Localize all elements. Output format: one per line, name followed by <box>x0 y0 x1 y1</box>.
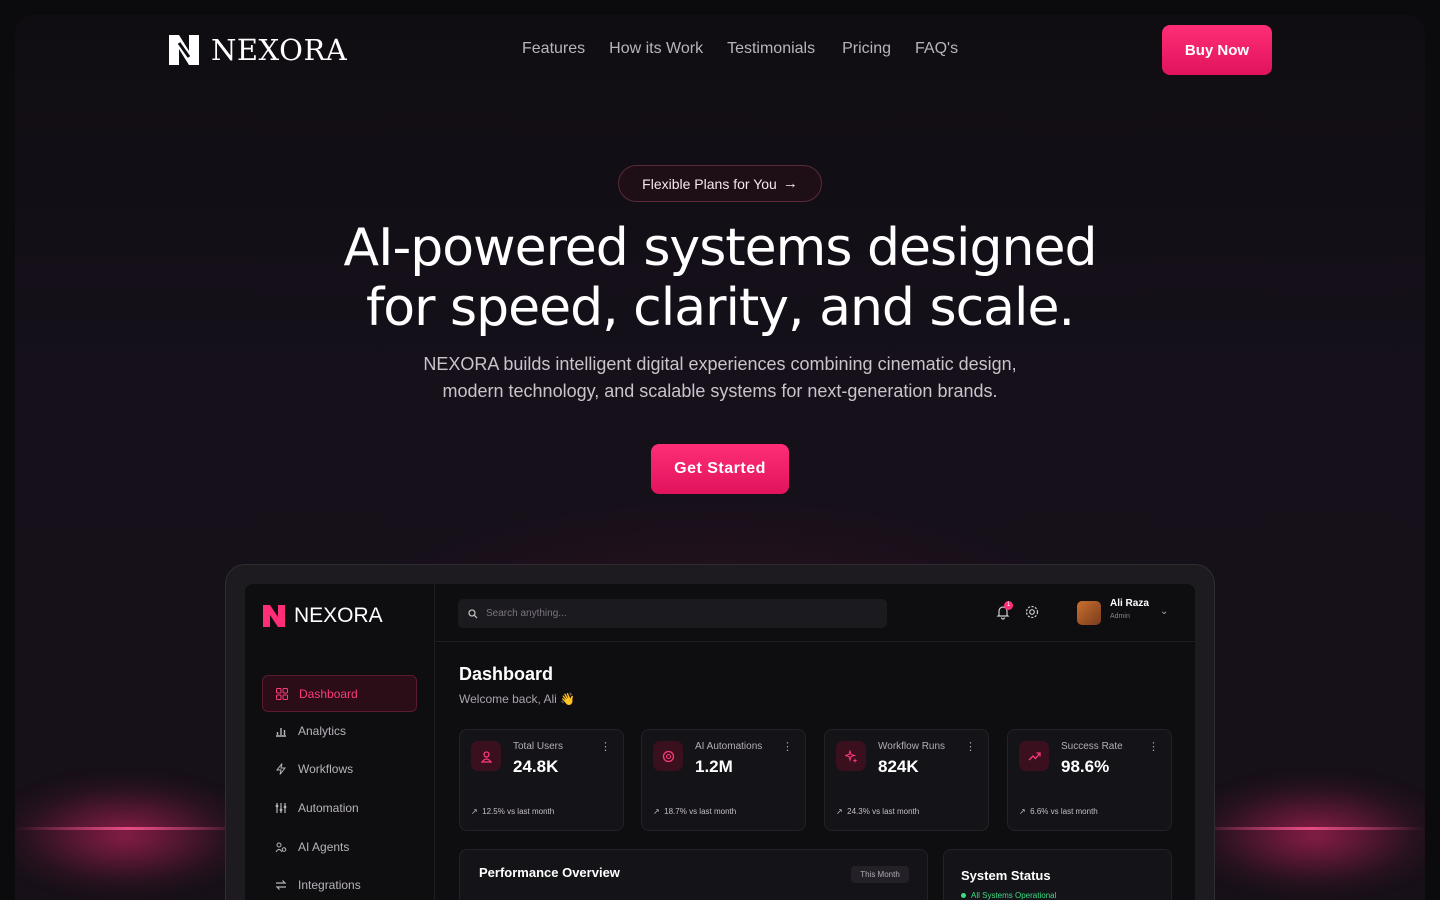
pill-label: Flexible Plans for You <box>642 175 777 192</box>
card-value: 1.2M <box>695 757 733 776</box>
nav-link-how-it-works[interactable]: How its Work <box>609 40 703 58</box>
sparkle-icon <box>836 741 866 771</box>
ambient-glow-right <box>1185 775 1425 895</box>
status-badge: All Systems Operational <box>961 891 1056 900</box>
range-select[interactable]: This Month <box>851 866 909 883</box>
buy-now-button[interactable]: Buy Now <box>1162 25 1272 75</box>
nav-link-features[interactable]: Features <box>522 40 585 58</box>
dashboard-logo[interactable]: NEXORA <box>262 604 383 628</box>
card-label: Total Users <box>513 741 564 752</box>
card-label: AI Automations <box>695 741 763 752</box>
sidebar-item-ai-agents[interactable]: AI Agents <box>262 828 417 865</box>
search-icon <box>468 608 478 618</box>
gear-icon[interactable] <box>1024 604 1040 620</box>
chevron-down-icon[interactable]: ⌄ <box>1160 606 1168 617</box>
system-status-panel: System Status All Systems Operational <box>943 849 1172 900</box>
nav-menu: Features How its Work Testimonials Prici… <box>510 40 982 58</box>
nav-link-testimonials[interactable]: Testimonials <box>727 40 815 58</box>
subtitle-line-1: NEXORA builds intelligent digital experi… <box>423 354 1017 374</box>
nexora-logo-icon <box>169 35 199 65</box>
search-placeholder: Search anything... <box>486 608 567 619</box>
user-role: Admin <box>1110 613 1130 620</box>
stat-card-ai-automations[interactable]: AI Automations 1.2M ⋮ ↗ 18.7% vs last mo… <box>641 729 806 831</box>
flexible-plans-pill[interactable]: Flexible Plans for You → <box>618 165 822 202</box>
sidebar-item-analytics[interactable]: Analytics <box>262 712 417 749</box>
hero-subtitle: NEXORA builds intelligent digital experi… <box>380 351 1060 405</box>
card-value: 24.8K <box>513 757 559 776</box>
nexora-logo-icon <box>263 605 285 627</box>
card-label: Success Rate <box>1061 741 1123 752</box>
avatar[interactable] <box>1077 601 1101 625</box>
stat-card-success-rate[interactable]: Success Rate 98.6% ⋮ ↗ 6.6% vs last mont… <box>1007 729 1172 831</box>
card-value: 824K <box>878 757 919 776</box>
hero-headline: AI-powered systems designed for speed, c… <box>300 218 1140 338</box>
sidebar-item-label: Analytics <box>298 723 347 738</box>
card-trend: ↗ 12.5% vs last month <box>471 807 555 816</box>
sidebar-item-dashboard[interactable]: Dashboard <box>262 675 417 712</box>
card-value: 98.6% <box>1061 757 1110 776</box>
headline-line-2: for speed, clarity, and scale. <box>365 278 1075 338</box>
glow-line-left <box>15 827 245 830</box>
status-dot-icon <box>961 893 966 898</box>
system-status-title: System Status <box>961 868 1051 883</box>
dashboard-sidebar: NEXORA Dashboard Analytics Workflows Aut… <box>245 584 435 900</box>
card-trend: ↗ 24.3% vs last month <box>836 807 920 816</box>
performance-overview-panel: Performance Overview This Month <box>459 849 928 900</box>
brand-name: NEXORA <box>211 33 348 67</box>
top-navbar: NEXORA Features How its Work Testimonial… <box>0 0 1440 100</box>
dashboard-preview: NEXORA Dashboard Analytics Workflows Aut… <box>245 584 1195 900</box>
dashboard-topbar: Search anything... 1 Ali Raza Admin ⌄ <box>435 584 1195 642</box>
sidebar-item-automation[interactable]: Automation <box>262 789 417 826</box>
arrow-right-icon: → <box>782 175 798 192</box>
sidebar-item-integrations[interactable]: Integrations <box>262 866 417 900</box>
sidebar-item-label: AI Agents <box>298 839 350 854</box>
sidebar-item-label: Workflows <box>298 761 354 776</box>
bolt-icon <box>274 762 288 776</box>
user-name: Ali Raza <box>1110 598 1149 609</box>
brand-logo[interactable]: NEXORA <box>167 33 347 67</box>
dashboard-brand-name: NEXORA <box>294 604 383 627</box>
stat-card-total-users[interactable]: Total Users 24.8K ⋮ ↗ 12.5% vs last mont… <box>459 729 624 831</box>
performance-title: Performance Overview <box>479 865 620 880</box>
card-label: Workflow Runs <box>878 741 946 752</box>
glow-line-right <box>1195 827 1425 830</box>
nav-link-pricing[interactable]: Pricing <box>842 40 891 58</box>
notification-badge: 1 <box>1004 601 1013 610</box>
ambient-glow-left <box>15 775 255 895</box>
more-vertical-icon[interactable]: ⋮ <box>965 740 976 753</box>
card-trend: ↗ 6.6% vs last month <box>1019 807 1098 816</box>
nav-link-faq[interactable]: FAQ's <box>915 40 958 58</box>
user-icon <box>471 741 501 771</box>
more-vertical-icon[interactable]: ⋮ <box>1148 740 1159 753</box>
sidebar-item-workflows[interactable]: Workflows <box>262 750 417 787</box>
search-input[interactable]: Search anything... <box>458 599 887 628</box>
sidebar-item-label: Automation <box>298 800 359 815</box>
sliders-icon <box>274 801 288 815</box>
more-vertical-icon[interactable]: ⋮ <box>782 740 793 753</box>
swap-icon <box>274 878 288 892</box>
brain-icon <box>653 741 683 771</box>
subtitle-line-2: modern technology, and scalable systems … <box>442 381 998 401</box>
card-trend: ↗ 18.7% vs last month <box>653 807 737 816</box>
agents-icon <box>274 840 288 854</box>
headline-line-1: AI-powered systems designed <box>343 218 1098 278</box>
trend-up-icon <box>1019 741 1049 771</box>
stat-card-workflow-runs[interactable]: Workflow Runs 824K ⋮ ↗ 24.3% vs last mon… <box>824 729 989 831</box>
dashboard-title: Dashboard <box>459 664 554 684</box>
sidebar-item-label: Integrations <box>298 877 361 892</box>
sidebar-item-label: Dashboard <box>299 686 358 701</box>
more-vertical-icon[interactable]: ⋮ <box>600 740 611 753</box>
bar-chart-icon <box>274 724 288 738</box>
grid-icon <box>275 687 289 701</box>
get-started-button[interactable]: Get Started <box>651 444 789 494</box>
welcome-text: Welcome back, Ali 👋 <box>459 692 576 706</box>
